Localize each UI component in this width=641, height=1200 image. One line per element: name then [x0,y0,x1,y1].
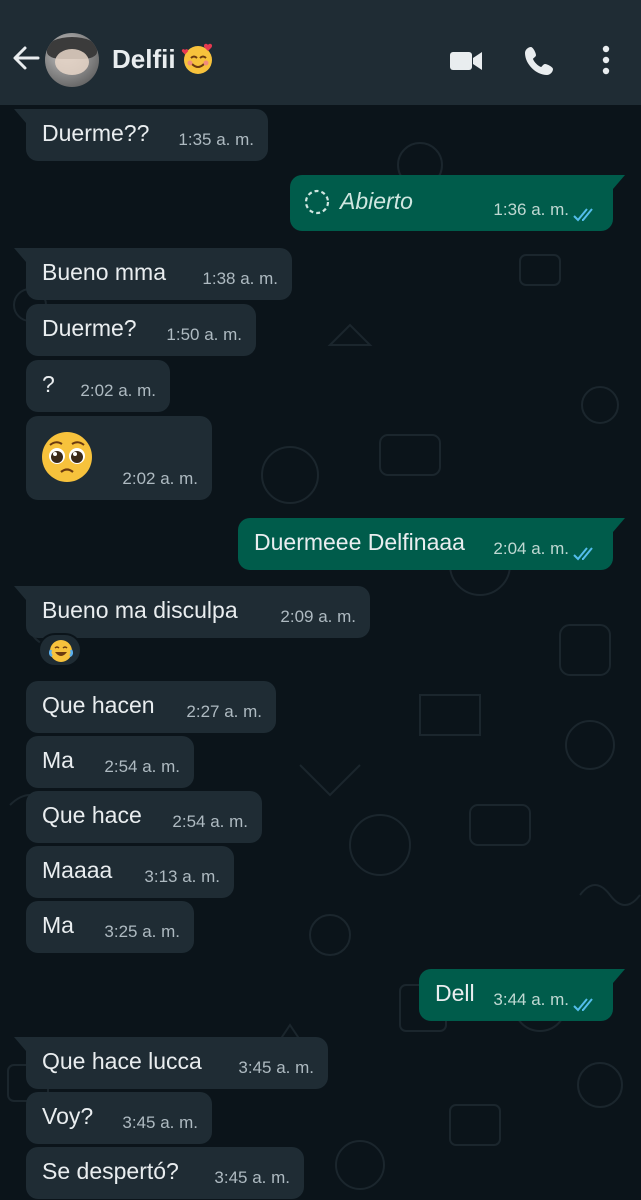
message-text: Bueno mma [42,259,167,285]
message-time: 2:54 a. m. [104,757,180,776]
chat-messages[interactable]: Duerme?? 1:35 a. m. Abierto 1:36 a. m. B… [0,105,641,1200]
message-time: 2:54 a. m. [172,812,248,831]
message-incoming[interactable]: Ma 3:25 a. m. [26,901,194,953]
message-incoming[interactable]: Que hacen 2:27 a. m. [26,681,276,733]
message-incoming[interactable]: Se despertó? 3:45 a. m. [26,1147,304,1199]
message-text: Se despertó? [42,1158,179,1184]
message-text: Que hace lucca [42,1048,202,1074]
pleading-face-icon [42,432,92,482]
message-text: Duerme?? [42,120,150,146]
message-time: 2:02 a. m. [80,381,156,400]
message-text: Ma [42,747,74,773]
message-incoming[interactable]: Duerme?? 1:35 a. m. [14,109,268,161]
message-incoming[interactable]: Maaaa 3:13 a. m. [26,846,234,898]
message-incoming[interactable]: Ma 2:54 a. m. [26,736,194,788]
chat-header: Delfii [0,10,641,105]
message-text: Ma [42,912,74,938]
message-time: 3:44 a. m. [493,990,569,1009]
message-incoming[interactable]: ? 2:02 a. m. [26,360,170,412]
message-outgoing-view-once[interactable]: Abierto 1:36 a. m. [290,175,625,231]
read-receipt-icon [573,998,593,1012]
video-call-icon[interactable] [448,46,484,76]
message-incoming-emoji[interactable]: 2:02 a. m. [26,416,212,500]
message-text: Duerme? [42,315,137,341]
message-time: 3:13 a. m. [144,867,220,886]
message-text: Que hacen [42,692,155,718]
message-time: 3:25 a. m. [104,922,180,941]
voice-call-icon[interactable] [523,43,557,77]
read-receipt-icon [573,547,593,561]
message-outgoing[interactable]: Duermeee Delfinaaa 2:04 a. m. [238,518,625,570]
view-once-opened-icon [304,189,330,215]
message-time: 3:45 a. m. [122,1113,198,1132]
message-time: 1:50 a. m. [166,325,242,344]
message-time: 1:35 a. m. [178,130,254,149]
contact-name[interactable]: Delfii [112,44,176,75]
message-text: Que hace [42,802,142,828]
message-time: 1:36 a. m. [493,200,569,219]
message-incoming[interactable]: Voy? 3:45 a. m. [26,1092,212,1144]
read-receipt-icon [573,208,593,222]
message-time: 2:27 a. m. [186,702,262,721]
message-incoming[interactable]: Duerme? 1:50 a. m. [26,304,256,356]
status-bar [0,0,641,10]
message-text: Bueno ma disculpa [42,597,238,623]
back-arrow-icon[interactable] [8,40,44,76]
message-text: Maaaa [42,857,113,883]
view-once-label: Abierto [340,188,413,214]
contact-avatar[interactable] [45,33,99,87]
message-text: ? [42,371,55,397]
message-text: Dell [435,980,475,1006]
message-incoming[interactable]: Bueno ma disculpa 2:09 a. m. [14,586,370,638]
message-incoming[interactable]: Bueno mma 1:38 a. m. [14,248,292,300]
message-time: 3:45 a. m. [238,1058,314,1077]
message-outgoing[interactable]: Dell 3:44 a. m. [419,969,625,1021]
message-reaction[interactable] [38,633,82,667]
message-time: 3:45 a. m. [214,1168,290,1187]
more-options-icon[interactable] [592,43,620,77]
message-text: Duermeee Delfinaaa [254,529,465,555]
message-incoming[interactable]: Que hace lucca 3:45 a. m. [14,1037,328,1089]
message-time: 2:09 a. m. [280,607,356,626]
message-incoming[interactable]: Que hace 2:54 a. m. [26,791,262,843]
message-time: 1:38 a. m. [202,269,278,288]
message-time: 2:04 a. m. [493,539,569,558]
message-text: Voy? [42,1103,94,1129]
face-with-tears-of-joy-icon [49,640,73,662]
smiling-face-with-hearts-icon [181,43,213,74]
message-time: 2:02 a. m. [122,469,198,488]
